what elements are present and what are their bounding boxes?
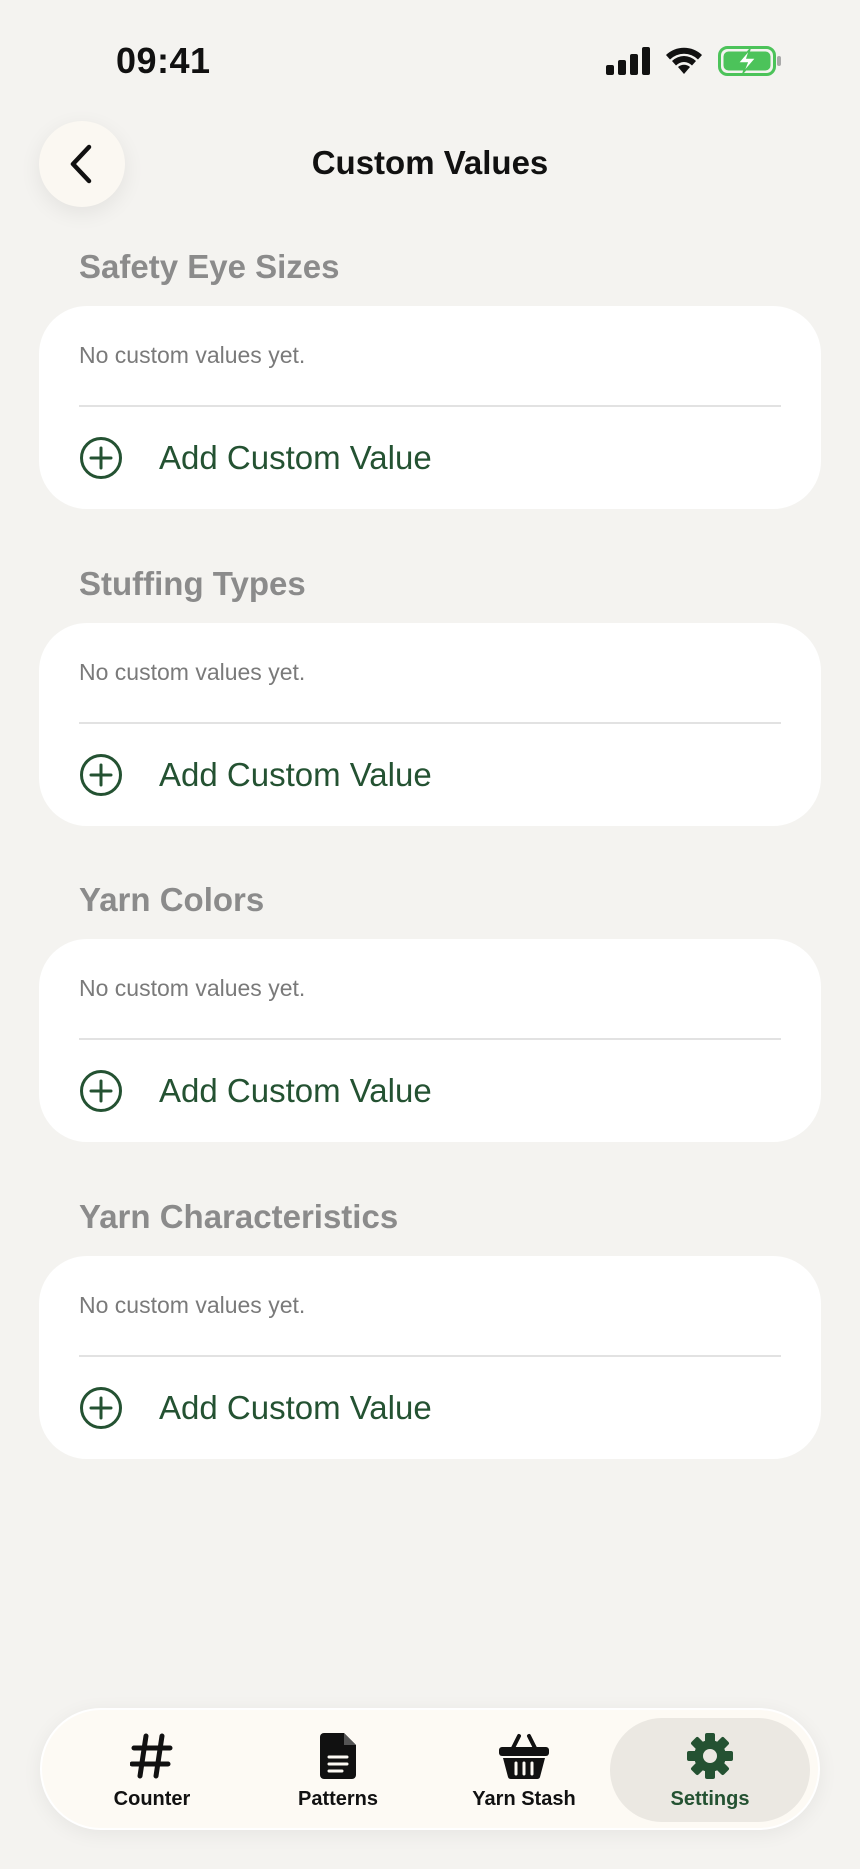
add-custom-value-label: Add Custom Value bbox=[159, 756, 432, 793]
gear-icon bbox=[685, 1730, 735, 1782]
hashtag-icon bbox=[130, 1730, 174, 1782]
section-card-safety-eye-sizes: No custom values yet. Add Custom Value bbox=[39, 306, 821, 509]
section-header-yarn-characteristics: Yarn Characteristics bbox=[79, 1198, 399, 1235]
cellular-signal-icon bbox=[606, 47, 650, 80]
section-header-stuffing-types: Stuffing Types bbox=[79, 565, 306, 602]
add-custom-value-label: Add Custom Value bbox=[159, 1389, 432, 1426]
plus-circle-icon bbox=[80, 754, 122, 796]
tab-label: Yarn Stash bbox=[472, 1787, 576, 1810]
divider bbox=[79, 405, 781, 407]
tab-bar: Counter Patterns Yarn Stash Settings bbox=[40, 1708, 820, 1830]
battery-charging-icon bbox=[718, 46, 782, 81]
section-header-yarn-colors: Yarn Colors bbox=[79, 881, 265, 918]
wifi-icon bbox=[664, 46, 704, 81]
add-custom-value-button[interactable]: Add Custom Value bbox=[79, 420, 781, 496]
custom-values-screen: 09:41 Custom Values Safety Eye Sizes No … bbox=[0, 0, 860, 1869]
add-custom-value-button[interactable]: Add Custom Value bbox=[79, 1370, 781, 1446]
empty-state-text: No custom values yet. bbox=[79, 975, 306, 1001]
plus-circle-icon bbox=[80, 1070, 122, 1112]
add-custom-value-label: Add Custom Value bbox=[159, 439, 432, 476]
plus-circle-icon bbox=[80, 1387, 122, 1429]
document-icon bbox=[318, 1730, 358, 1782]
tab-label: Settings bbox=[670, 1787, 750, 1810]
tab-counter[interactable]: Counter bbox=[52, 1718, 252, 1822]
add-custom-value-label: Add Custom Value bbox=[159, 1072, 432, 1109]
empty-state-text: No custom values yet. bbox=[79, 1292, 306, 1318]
divider bbox=[79, 1038, 781, 1040]
empty-state-text: No custom values yet. bbox=[79, 342, 306, 368]
tab-yarn-stash[interactable]: Yarn Stash bbox=[424, 1718, 624, 1822]
tab-label: Counter bbox=[113, 1787, 191, 1810]
tab-label: Patterns bbox=[297, 1787, 379, 1810]
plus-circle-icon bbox=[80, 437, 122, 479]
empty-state-text: No custom values yet. bbox=[79, 659, 306, 685]
status-time: 09:41 bbox=[116, 40, 211, 81]
page-title: Custom Values bbox=[311, 144, 549, 181]
tab-settings[interactable]: Settings bbox=[610, 1718, 810, 1822]
add-custom-value-button[interactable]: Add Custom Value bbox=[79, 1053, 781, 1129]
section-card-yarn-colors: No custom values yet. Add Custom Value bbox=[39, 939, 821, 1142]
divider bbox=[79, 722, 781, 724]
status-icons bbox=[606, 46, 782, 81]
basket-icon bbox=[497, 1730, 551, 1782]
section-header-safety-eye-sizes: Safety Eye Sizes bbox=[79, 248, 340, 285]
tab-patterns[interactable]: Patterns bbox=[238, 1718, 438, 1822]
add-custom-value-button[interactable]: Add Custom Value bbox=[79, 737, 781, 813]
divider bbox=[79, 1355, 781, 1357]
section-card-stuffing-types: No custom values yet. Add Custom Value bbox=[39, 623, 821, 826]
status-bar: 09:41 bbox=[0, 0, 860, 100]
section-card-yarn-characteristics: No custom values yet. Add Custom Value bbox=[39, 1256, 821, 1459]
